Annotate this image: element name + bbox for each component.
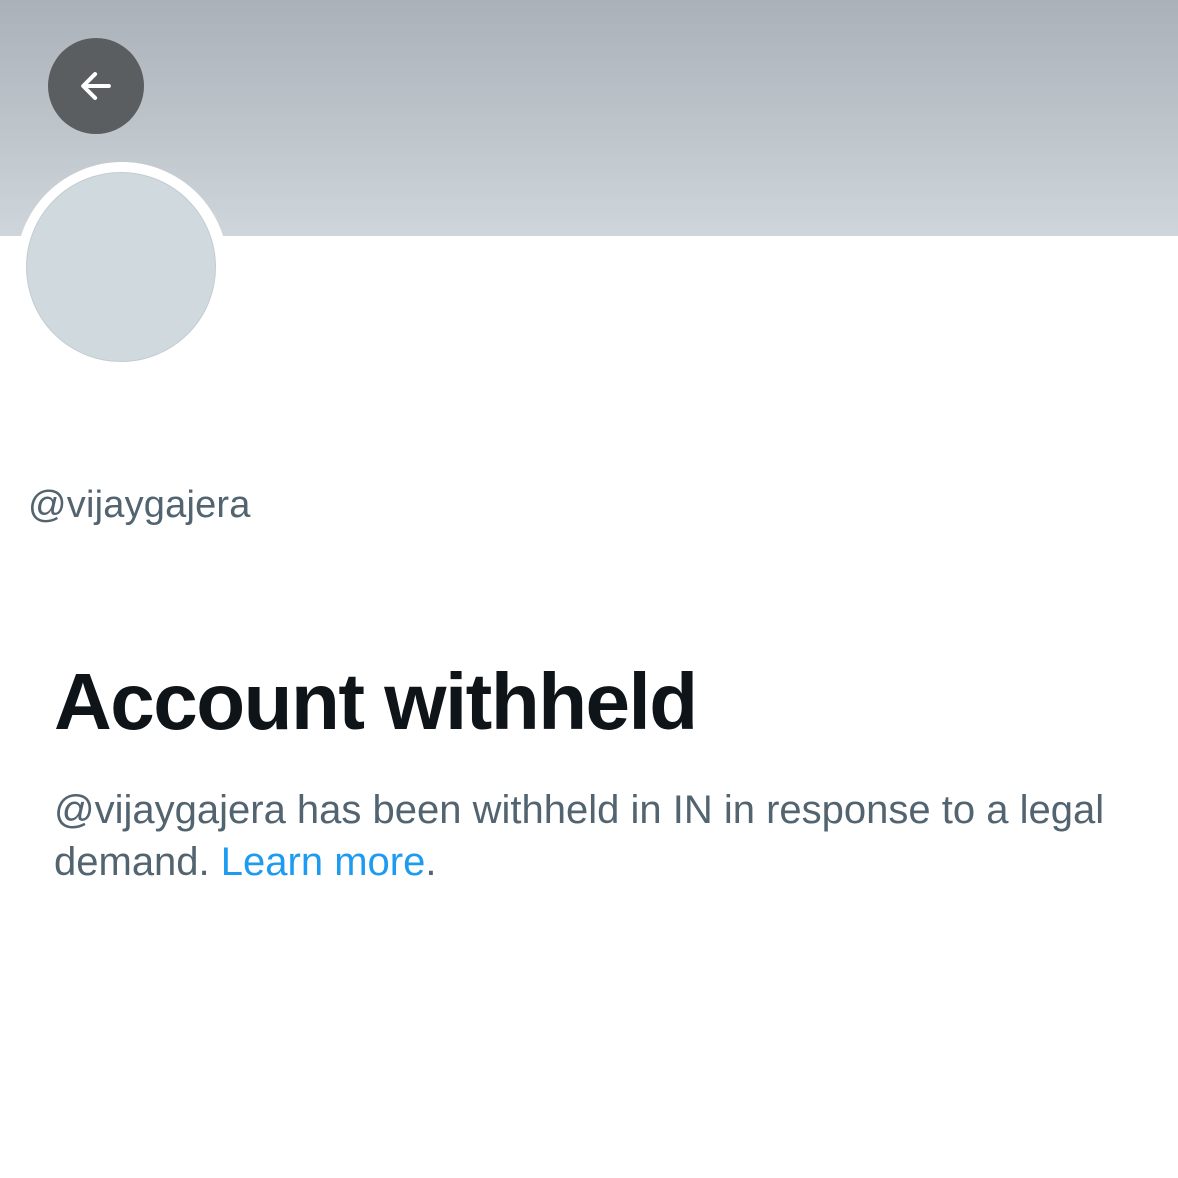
withheld-message-text: @vijaygajera has been withheld in IN in … <box>54 788 1105 884</box>
profile-handle: @vijaygajera <box>28 484 251 526</box>
withheld-message-period: . <box>425 840 437 884</box>
arrow-left-icon <box>81 72 111 100</box>
withheld-title: Account withheld <box>54 657 698 746</box>
avatar-ring <box>16 162 228 374</box>
learn-more-link[interactable]: Learn more <box>221 840 426 884</box>
back-button[interactable] <box>48 38 144 134</box>
profile-page: @vijaygajera Account withheld @vijaygaje… <box>0 0 1178 1178</box>
avatar <box>26 172 216 362</box>
withheld-message: @vijaygajera has been withheld in IN in … <box>54 784 1144 888</box>
